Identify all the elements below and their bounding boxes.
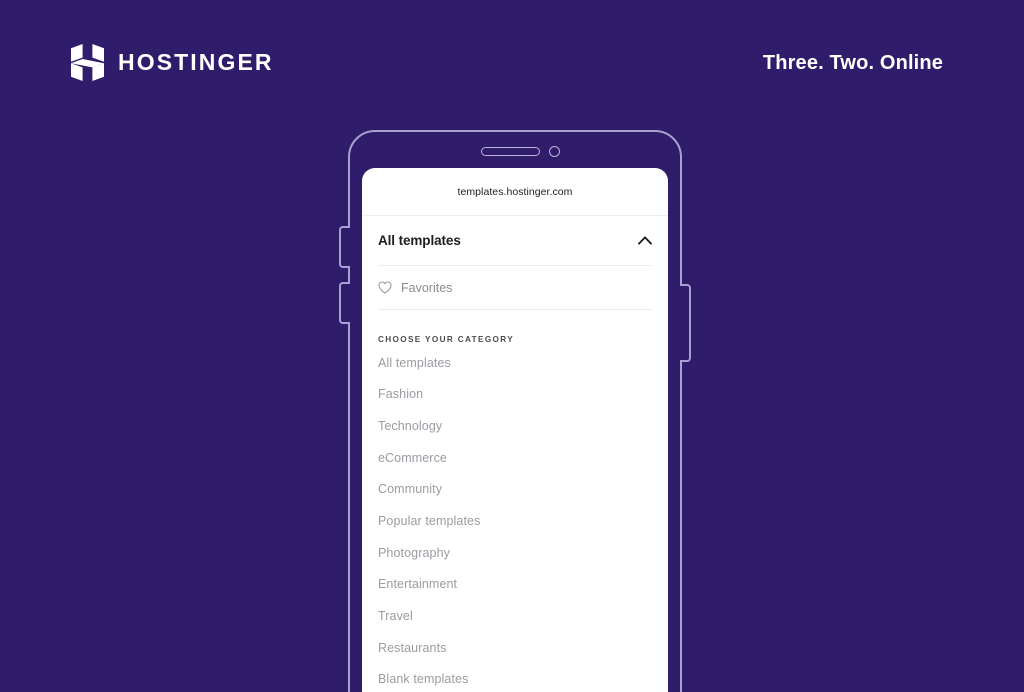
favorites-label: Favorites	[401, 280, 453, 295]
category-item[interactable]: Blank templates	[378, 664, 652, 692]
tagline: Three. Two. Online	[762, 52, 943, 74]
category-item[interactable]: Restaurants	[378, 632, 652, 664]
page-title: All templates	[378, 233, 461, 248]
hostinger-logo[interactable]: HOSTINGER	[71, 44, 274, 81]
category-item[interactable]: Fashion	[378, 379, 652, 411]
browser-url-bar[interactable]: templates.hostinger.com	[362, 168, 668, 216]
speaker-grille-icon	[481, 147, 540, 156]
brand-header: HOSTINGER Three. Two. Online	[0, 0, 1024, 128]
chevron-up-icon[interactable]	[638, 236, 652, 245]
category-item[interactable]: All templates	[378, 347, 652, 379]
power-button[interactable]	[680, 284, 691, 362]
category-item[interactable]: Popular templates	[378, 505, 652, 537]
category-section-heading: CHOOSE YOUR CATEGORY	[378, 335, 515, 344]
phone-mockup: templates.hostinger.com All templates Fa…	[339, 130, 691, 692]
front-camera-icon	[549, 146, 560, 157]
volume-down-button[interactable]	[339, 282, 350, 324]
templates-panel: All templates Favorites CHOOSE YOUR CATE…	[362, 216, 668, 692]
phone-screen: templates.hostinger.com All templates Fa…	[362, 168, 668, 692]
all-templates-header[interactable]: All templates	[378, 216, 652, 266]
category-item[interactable]: Travel	[378, 601, 652, 633]
category-item[interactable]: Entertainment	[378, 569, 652, 601]
category-item[interactable]: Technology	[378, 410, 652, 442]
favorites-row[interactable]: Favorites	[378, 266, 652, 310]
brand-wordmark: HOSTINGER	[118, 49, 274, 75]
volume-up-button[interactable]	[339, 226, 350, 268]
category-item[interactable]: Community	[378, 474, 652, 506]
category-list: All templates Fashion Technology eCommer…	[378, 347, 652, 692]
heart-icon	[378, 281, 392, 294]
category-item[interactable]: eCommerce	[378, 442, 652, 474]
url-text: templates.hostinger.com	[457, 185, 573, 198]
category-item[interactable]: Photography	[378, 537, 652, 569]
hostinger-h-logo-icon	[71, 44, 104, 81]
